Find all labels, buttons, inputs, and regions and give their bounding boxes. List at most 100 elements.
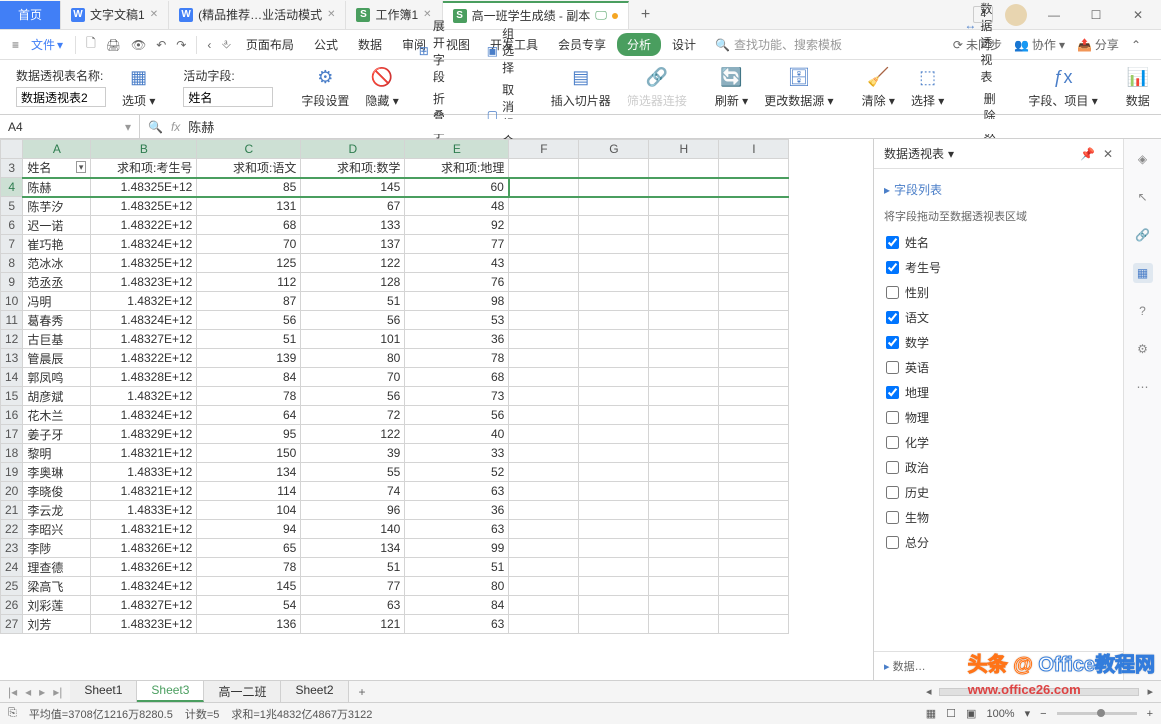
row-header[interactable]: 9 xyxy=(1,273,23,292)
sheet-tab[interactable]: Sheet1 xyxy=(70,681,137,702)
side-gear-icon[interactable]: ⚙ xyxy=(1133,339,1153,359)
cell[interactable]: 39 xyxy=(301,444,405,463)
row-header[interactable]: 14 xyxy=(1,368,23,387)
row-header[interactable]: 17 xyxy=(1,425,23,444)
clear-button[interactable]: 🧹清除 ▾ xyxy=(854,66,903,109)
cell[interactable] xyxy=(509,482,579,501)
cell[interactable] xyxy=(509,501,579,520)
cell[interactable] xyxy=(509,368,579,387)
menu-formula[interactable]: 公式 xyxy=(305,36,347,53)
select-button[interactable]: ⬚选择 ▾ xyxy=(903,66,952,109)
side-cursor-icon[interactable]: ↖ xyxy=(1133,187,1153,207)
field-item[interactable]: 英语 xyxy=(884,355,1113,380)
insert-icon[interactable]: ⎀ xyxy=(217,37,235,52)
cell[interactable] xyxy=(649,330,719,349)
close-icon[interactable]: ✕ xyxy=(327,9,335,20)
cell[interactable]: 104 xyxy=(197,501,301,520)
minimize-button[interactable]: — xyxy=(1039,1,1069,29)
row-header[interactable]: 8 xyxy=(1,254,23,273)
cell[interactable]: 崔巧艳 xyxy=(23,235,91,254)
print-icon[interactable]: 🖨 xyxy=(102,38,125,52)
menu-page-layout[interactable]: 页面布局 xyxy=(237,36,303,53)
cell[interactable]: 郭凤鸣 xyxy=(23,368,91,387)
doc-tab-2[interactable]: W(精品推荐…业活动模式✕ xyxy=(169,1,346,29)
cell[interactable] xyxy=(649,596,719,615)
cell[interactable]: 1.4833E+12 xyxy=(91,501,197,520)
cell[interactable]: 1.48326E+12 xyxy=(91,539,197,558)
cell[interactable] xyxy=(579,387,649,406)
cell[interactable] xyxy=(579,596,649,615)
active-field-input[interactable] xyxy=(183,87,273,107)
cell[interactable]: 92 xyxy=(405,216,509,235)
expand-field-button[interactable]: ⊞展开字段 xyxy=(415,16,455,86)
cell[interactable]: 78 xyxy=(197,387,301,406)
cell[interactable]: 理查德 xyxy=(23,558,91,577)
sheet-area[interactable]: ABCDEFGHI3姓名▾求和项:考生号求和项:语文求和项:数学求和项:地理4陈… xyxy=(0,139,873,680)
cell[interactable] xyxy=(509,273,579,292)
row-header[interactable]: 23 xyxy=(1,539,23,558)
cell[interactable]: 80 xyxy=(405,577,509,596)
collapse-ribbon-icon[interactable]: ⌃ xyxy=(1131,38,1141,52)
row-header[interactable]: 18 xyxy=(1,444,23,463)
field-item[interactable]: 化学 xyxy=(884,430,1113,455)
cell[interactable]: 51 xyxy=(405,558,509,577)
cell[interactable]: 1.48321E+12 xyxy=(91,520,197,539)
field-item[interactable]: 数学 xyxy=(884,330,1113,355)
cell[interactable] xyxy=(719,273,789,292)
cell[interactable] xyxy=(719,368,789,387)
cell[interactable]: 101 xyxy=(301,330,405,349)
row-header[interactable]: 10 xyxy=(1,292,23,311)
cell[interactable] xyxy=(649,368,719,387)
cell[interactable]: 求和项:数学 xyxy=(301,159,405,178)
cell[interactable]: 刘芳 xyxy=(23,615,91,634)
cell[interactable] xyxy=(579,292,649,311)
refresh-button[interactable]: 🔄刷新 ▾ xyxy=(707,66,756,109)
cell[interactable] xyxy=(579,178,649,197)
row-header[interactable]: 25 xyxy=(1,577,23,596)
col-header[interactable]: B xyxy=(91,140,197,159)
add-sheet-button[interactable]: + xyxy=(349,685,376,699)
cell[interactable]: 77 xyxy=(405,235,509,254)
cell[interactable]: 56 xyxy=(301,387,405,406)
cell[interactable]: 管晨辰 xyxy=(23,349,91,368)
field-item[interactable]: 历史 xyxy=(884,480,1113,505)
row-header[interactable]: 16 xyxy=(1,406,23,425)
cell[interactable]: 74 xyxy=(301,482,405,501)
col-header[interactable]: I xyxy=(719,140,789,159)
sheet-tab[interactable]: Sheet3 xyxy=(137,681,204,702)
field-checkbox[interactable] xyxy=(886,236,899,249)
maximize-button[interactable]: ☐ xyxy=(1081,1,1111,29)
menu-icon[interactable]: ≡ xyxy=(8,38,23,52)
prev-sheet-icon[interactable]: ◂ xyxy=(21,685,35,699)
row-header[interactable]: 11 xyxy=(1,311,23,330)
cell[interactable]: 李昭兴 xyxy=(23,520,91,539)
cell[interactable]: 刘彩莲 xyxy=(23,596,91,615)
filter-connect-button[interactable]: 🔗筛选器连接 xyxy=(619,66,695,109)
doc-tab-1[interactable]: W文字文稿1✕ xyxy=(61,1,169,29)
row-header[interactable]: 20 xyxy=(1,482,23,501)
field-item[interactable]: 政治 xyxy=(884,455,1113,480)
cell[interactable]: 65 xyxy=(197,539,301,558)
cell[interactable] xyxy=(719,539,789,558)
cell[interactable] xyxy=(649,482,719,501)
cell[interactable]: 花木兰 xyxy=(23,406,91,425)
cell[interactable]: 63 xyxy=(405,520,509,539)
cell[interactable]: 1.48325E+12 xyxy=(91,197,197,216)
fields-items-button[interactable]: ƒx字段、项目 ▾ xyxy=(1020,66,1105,109)
cell[interactable] xyxy=(509,349,579,368)
cell[interactable] xyxy=(649,273,719,292)
cell[interactable]: 古巨基 xyxy=(23,330,91,349)
cell[interactable]: 68 xyxy=(197,216,301,235)
redo-icon[interactable]: ↷ xyxy=(172,38,190,52)
field-item[interactable]: 性别 xyxy=(884,280,1113,305)
side-more-icon[interactable]: ⋯ xyxy=(1133,377,1153,397)
collab-button[interactable]: 👥 协作 ▾ xyxy=(1014,36,1065,53)
cell[interactable] xyxy=(579,349,649,368)
row-header[interactable]: 13 xyxy=(1,349,23,368)
field-list-header[interactable]: ▸ 字段列表 xyxy=(884,177,1113,202)
scroll-right-icon[interactable]: ▸ xyxy=(1147,685,1153,698)
cell[interactable]: 67 xyxy=(301,197,405,216)
pin-icon[interactable]: 📌 xyxy=(1080,147,1095,161)
cell[interactable]: 68 xyxy=(405,368,509,387)
cell[interactable] xyxy=(719,235,789,254)
